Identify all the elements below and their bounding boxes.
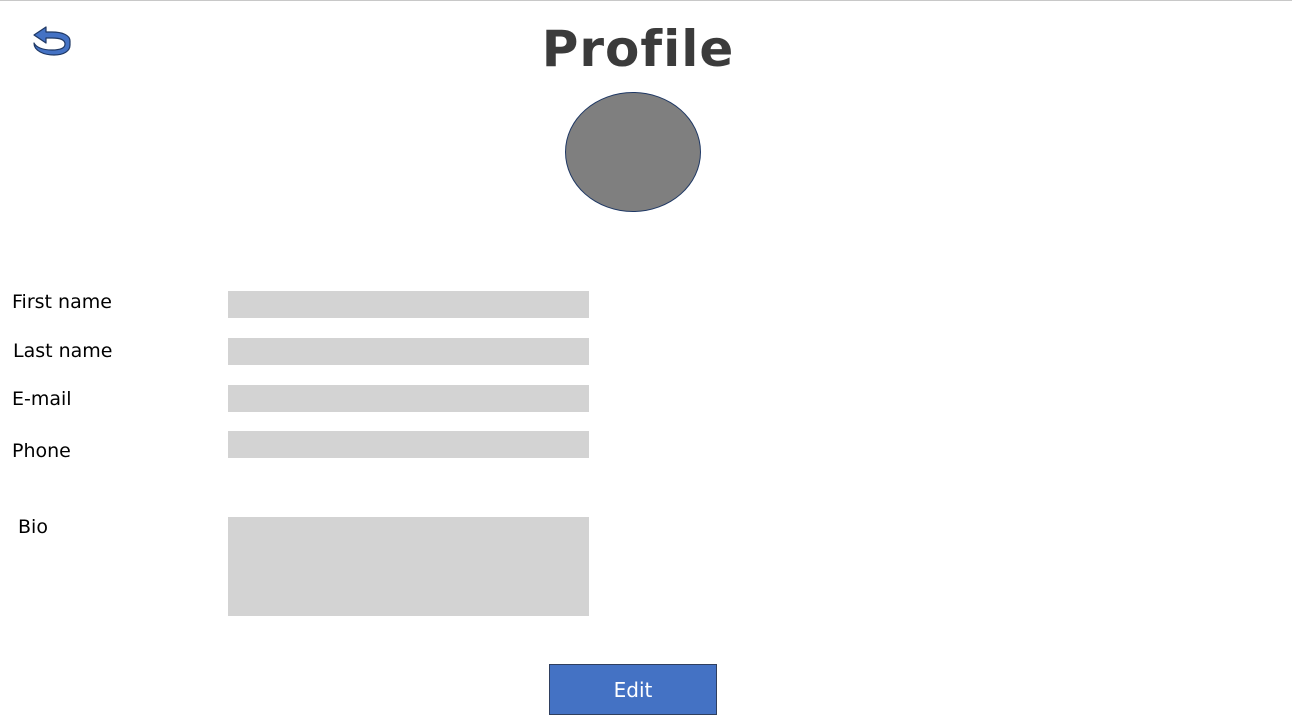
last-name-field[interactable] xyxy=(228,338,589,365)
first-name-field[interactable] xyxy=(228,291,589,318)
email-field[interactable] xyxy=(228,385,589,412)
phone-field[interactable] xyxy=(228,431,589,458)
edit-button[interactable]: Edit xyxy=(549,664,717,715)
first-name-label: First name xyxy=(12,291,112,313)
page-title: Profile xyxy=(541,20,735,78)
bio-field[interactable] xyxy=(228,517,589,616)
avatar[interactable] xyxy=(565,92,701,212)
last-name-label: Last name xyxy=(13,340,113,362)
bio-label: Bio xyxy=(18,516,48,538)
profile-page: Profile First name Last name E-mail Phon… xyxy=(0,0,1292,728)
phone-label: Phone xyxy=(12,440,71,462)
email-label: E-mail xyxy=(12,388,72,410)
